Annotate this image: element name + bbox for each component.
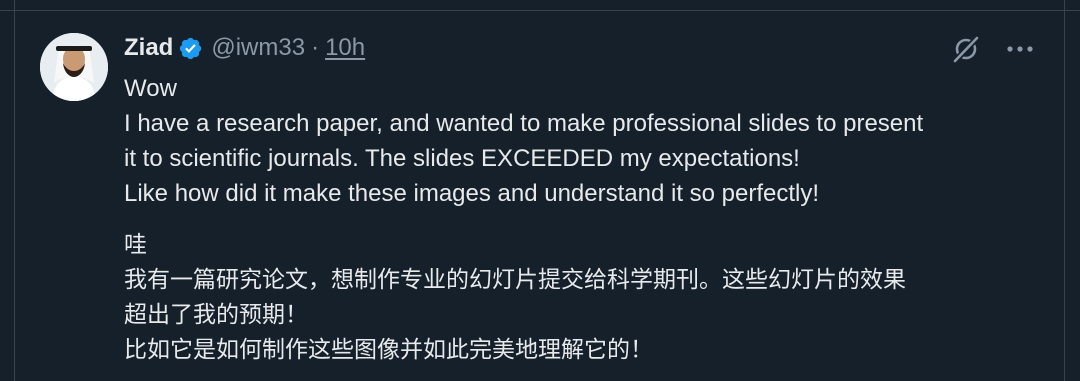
tweet-actions bbox=[950, 33, 1036, 65]
more-icon[interactable] bbox=[1004, 33, 1036, 65]
tweet-text: Wow I have a research paper, and wanted … bbox=[124, 71, 1044, 368]
verified-badge-icon[interactable] bbox=[178, 36, 203, 61]
separator-dot: · bbox=[311, 34, 320, 61]
tweet-line: it to scientific journals. The slides EX… bbox=[124, 145, 800, 172]
grok-icon[interactable] bbox=[950, 33, 982, 65]
tweet-line: 比如它是如何制作这些图像并如此完美地理解它的！ bbox=[124, 337, 653, 363]
tweet-card[interactable]: Ziad @iwm33 · 10h Wow I have a research … bbox=[15, 11, 1064, 381]
tweet-line: Like how did it make these images and un… bbox=[124, 180, 820, 207]
tweet-frame: Ziad @iwm33 · 10h Wow I have a research … bbox=[0, 0, 1080, 381]
author-handle[interactable]: @iwm33 bbox=[211, 34, 305, 62]
avatar[interactable] bbox=[40, 33, 108, 101]
tweet-line: 我有一篇研究论文，想制作专业的幻灯片提交给科学期刊。这些幻灯片的效果 bbox=[124, 267, 906, 293]
timestamp[interactable]: 10h bbox=[325, 34, 365, 62]
tweet-line: 超出了我的预期！ bbox=[124, 302, 308, 328]
tweet-line: I have a research paper, and wanted to m… bbox=[124, 110, 924, 137]
tweet-line: 哇 bbox=[124, 232, 147, 258]
top-divider bbox=[0, 0, 1080, 11]
avatar-image bbox=[40, 33, 108, 101]
author-name[interactable]: Ziad bbox=[124, 34, 173, 62]
right-border bbox=[1064, 0, 1065, 381]
tweet-line: Wow bbox=[124, 75, 177, 102]
tweet-header: Ziad @iwm33 · 10h bbox=[124, 33, 365, 63]
